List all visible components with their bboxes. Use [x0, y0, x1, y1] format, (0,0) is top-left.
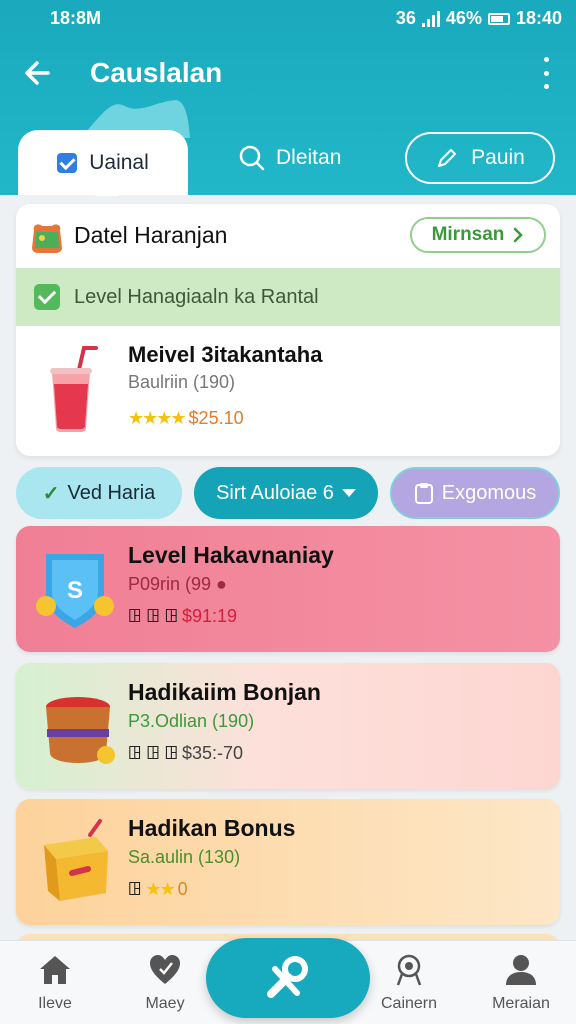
filter-chip-1-label: Ved Haria — [67, 481, 156, 504]
offer-meta-icons: ꖸ — [128, 879, 142, 899]
offer-subtitle: P3.Odlian (190) — [128, 711, 255, 731]
tab-pauin-label: Pauin — [471, 146, 525, 169]
battery-percent: 46% — [445, 8, 482, 28]
filter-chip-ved-haria[interactable]: ✓ Ved Haria — [16, 467, 182, 519]
chevron-down-icon — [341, 489, 356, 497]
svg-text:S: S — [67, 577, 83, 604]
offer-meta: ꖸ ★★ 0 — [128, 879, 188, 900]
shield-coin-icon: S — [36, 554, 114, 628]
award-icon — [396, 954, 422, 986]
offer-meta: ꖸ ꖸ ꖸ $35:-70 — [128, 743, 243, 764]
tab-dleitan-label: Dleitan — [276, 145, 342, 169]
nav-maey[interactable]: Maey — [110, 951, 220, 1021]
filter-chip-exgomous[interactable]: Exgomous — [390, 467, 560, 519]
check-square-icon — [34, 284, 60, 310]
nav-cainern[interactable]: Cainern — [354, 951, 464, 1021]
status-right-text: 36 — [395, 8, 416, 28]
nav-home-label: Ileve — [38, 995, 72, 1012]
tab-uainal-label: Uainal — [89, 150, 149, 174]
offer-price: $35:-70 — [181, 743, 244, 763]
gift-box-icon — [44, 819, 108, 901]
level-status-bar: Level Hanagiaaln ka Rantal — [16, 268, 560, 326]
home-icon — [40, 956, 70, 984]
offer-price: 0 — [177, 879, 188, 899]
nav-cainern-label: Cainern — [380, 995, 438, 1012]
arrow-left-icon — [25, 61, 50, 85]
sort-dropdown-label: Sirt Auloiae 6 — [216, 481, 334, 504]
offer-subtitle: P09rin (99 ● — [128, 574, 227, 594]
star-icon: ★★ — [145, 879, 175, 899]
nav-meraian-label: Meraian — [492, 995, 550, 1012]
pencil-icon — [438, 149, 457, 167]
battery-icon — [487, 12, 510, 25]
offer-name: Hadikaiim Bonjan — [128, 679, 321, 705]
level-status-text: Level Hanagiaaln ka Rantal — [74, 285, 319, 308]
search-icon — [239, 145, 265, 170]
drink-cup-icon — [50, 346, 98, 432]
offer-card[interactable]: Hadikan Bonus Sa.aulin (130) ꖸ ★★ 0 — [16, 799, 560, 925]
treasure-barrel-icon — [46, 697, 115, 764]
product-price: $25.10 — [188, 408, 244, 428]
heart-icon — [150, 955, 180, 984]
filter-row: ✓ Ved Haria Sirt Auloiae 6 Exgomous — [16, 467, 560, 519]
check-square-icon — [57, 152, 78, 173]
more-link-button[interactable]: Mirnsan — [410, 217, 546, 253]
back-button[interactable] — [18, 53, 58, 93]
chevron-right-icon — [514, 227, 524, 243]
detail-title: Datel Haranjan — [74, 222, 228, 248]
offer-price: $91:19 — [181, 606, 238, 626]
offer-meta-icons: ꖸ ꖸ ꖸ — [128, 743, 178, 763]
clipboard-icon — [414, 483, 433, 504]
nav-maey-label: Maey — [145, 995, 185, 1012]
page-title: Causlalan — [90, 57, 223, 88]
check-icon: ✓ — [42, 482, 60, 505]
user-icon — [506, 955, 536, 985]
shopping-bag-icon — [32, 224, 62, 253]
tab-uainal[interactable]: Uainal — [18, 130, 188, 195]
offer-card[interactable]: S Level Hakavnaniay P09rin (99 ● ꖸ ꖸ ꖸ $… — [16, 526, 560, 652]
product-subtitle: Baulriin (190) — [128, 372, 236, 392]
offer-name: Hadikan Bonus — [128, 815, 296, 841]
status-clock: 18:40 — [515, 8, 562, 28]
more-options-button[interactable] — [540, 57, 552, 89]
app-bar: Causlalan — [0, 45, 576, 105]
signal-icon — [421, 10, 440, 27]
nav-meraian[interactable]: Meraian — [466, 951, 576, 1021]
status-time: 18:8M — [50, 8, 102, 28]
offer-card[interactable]: Hadikaiim Bonjan P3.Odlian (190) ꖸ ꖸ ꖸ $… — [16, 663, 560, 789]
star-rating-icon: ★★★★ — [128, 408, 187, 428]
header: 18:8M 36 46% 18:40 Causlalan Uainal Dlei… — [0, 0, 576, 196]
product-name: Meivel 3itakantaha — [128, 342, 323, 367]
wrench-icon — [267, 956, 308, 998]
status-bar: 18:8M 36 46% 18:40 — [0, 0, 576, 34]
offer-name: Level Hakavnaniay — [128, 542, 334, 568]
tab-pauin[interactable]: Pauin — [405, 132, 555, 184]
tab-dleitan[interactable]: Dleitan — [238, 130, 368, 185]
product-rating: ★★★★ $25.10 — [128, 408, 244, 429]
center-action-button[interactable] — [206, 938, 370, 1018]
filter-chip-3-label: Exgomous — [441, 481, 537, 504]
status-right: 36 46% 18:40 — [396, 8, 562, 29]
detail-card: Datel Haranjan Mirnsan Level Hanagiaaln … — [16, 204, 560, 456]
more-vertical-icon — [543, 57, 549, 62]
offer-subtitle: Sa.aulin (130) — [128, 847, 241, 867]
offer-meta-icons: ꖸ ꖸ ꖸ — [128, 606, 178, 626]
offer-meta: ꖸ ꖸ ꖸ $91:19 — [128, 606, 237, 627]
more-link-label: Mirnsan — [431, 224, 505, 245]
sort-dropdown[interactable]: Sirt Auloiae 6 — [194, 467, 378, 519]
detail-header: Datel Haranjan Mirnsan — [16, 204, 560, 268]
nav-home[interactable]: Ileve — [0, 951, 110, 1021]
